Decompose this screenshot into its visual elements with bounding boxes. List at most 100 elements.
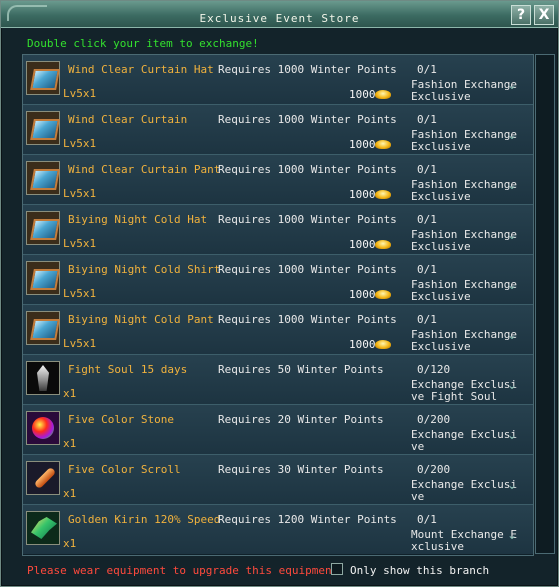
store-item-row[interactable]: Biying Night Cold Hat Lv5x1 Requires 1000 …	[23, 205, 533, 255]
item-requirement: Requires 30 Winter Points	[218, 463, 384, 476]
item-list: Wind Clear Curtain Hat Lv5x1 Requires 1000…	[22, 54, 534, 556]
item-requirement: Requires 20 Winter Points	[218, 413, 384, 426]
item-requirement: Requires 1000 Winter Points	[218, 263, 397, 276]
exchange-category: Exchange Exclusive Fight Soul	[411, 378, 517, 403]
exchange-category: Fashion Exchange Exclusive	[411, 328, 517, 353]
item-quantity: x1	[63, 387, 77, 400]
exchange-count: 0/1	[417, 313, 437, 326]
item-requirement: Requires 1000 Winter Points	[218, 163, 397, 176]
expand-chevron-icon[interactable]: ⌄	[507, 529, 519, 541]
kirin-mount-icon[interactable]	[26, 511, 60, 545]
item-name: Biying Night Cold Hat	[68, 213, 208, 226]
item-quantity: Lv5x1	[63, 137, 97, 150]
store-item-row[interactable]: Biying Night Cold Pant Lv5x1 Requires 1000…	[23, 305, 533, 355]
item-quantity: Lv5x1	[63, 187, 97, 200]
expand-chevron-icon[interactable]: ⌄	[507, 229, 519, 241]
item-cost: 1000	[349, 238, 376, 251]
item-name: Fight Soul 15 days	[68, 363, 188, 376]
expand-chevron-icon[interactable]: ⌄	[507, 429, 519, 441]
item-cost: 1000	[349, 88, 376, 101]
exchange-count: 0/1	[417, 213, 437, 226]
window-title: Exclusive Event Store	[199, 12, 360, 25]
close-button[interactable]: X	[534, 5, 554, 25]
item-name: Wind Clear Curtain Hat	[68, 63, 214, 76]
only-show-branch-label[interactable]: Only show this branch	[350, 564, 489, 577]
exchange-count: 0/1	[417, 63, 437, 76]
item-quantity: x1	[63, 437, 77, 450]
exchange-count: 0/1	[417, 113, 437, 126]
scrollbar[interactable]	[535, 54, 555, 554]
exchange-category: Fashion Exchange Exclusive	[411, 228, 517, 253]
gold-ingot-icon	[375, 190, 391, 199]
store-item-row[interactable]: Wind Clear Curtain Pant Lv5x1 Requires 100…	[23, 155, 533, 205]
soul-crystal-icon[interactable]	[26, 361, 60, 395]
item-quantity: x1	[63, 487, 77, 500]
title-bar[interactable]: Exclusive Event Store ? X	[1, 1, 558, 28]
store-item-row[interactable]: Fight Soul 15 days x1 Requires 50 Winter P…	[23, 355, 533, 405]
gold-ingot-icon	[375, 240, 391, 249]
item-name: Biying Night Cold Shirt	[68, 263, 221, 276]
event-store-window: Exclusive Event Store ? X Double click y…	[0, 0, 559, 587]
gold-ingot-icon	[375, 90, 391, 99]
exchange-count: 0/120	[417, 363, 451, 376]
fashion-item-icon[interactable]	[26, 61, 60, 95]
store-item-row[interactable]: Golden Kirin 120% Speed x1 Requires 1200 W…	[23, 505, 533, 554]
expand-chevron-icon[interactable]: ⌄	[507, 79, 519, 91]
fashion-item-icon[interactable]	[26, 261, 60, 295]
exchange-count: 0/1	[417, 513, 437, 526]
exchange-hint: Double click your item to exchange!	[27, 37, 259, 50]
item-name: Five Color Scroll	[68, 463, 181, 476]
item-cost: 1000	[349, 138, 376, 151]
gold-ingot-icon	[375, 340, 391, 349]
item-requirement: Requires 1000 Winter Points	[218, 213, 397, 226]
exchange-category: Exchange Exclusive	[411, 428, 517, 453]
item-requirement: Requires 50 Winter Points	[218, 363, 384, 376]
item-name: Wind Clear Curtain Pant	[68, 163, 221, 176]
exchange-category: Fashion Exchange Exclusive	[411, 278, 517, 303]
item-quantity: x1	[63, 537, 77, 550]
exchange-category: Exchange Exclusive	[411, 478, 517, 503]
expand-chevron-icon[interactable]: ⌄	[507, 479, 519, 491]
item-name: Golden Kirin 120% Speed	[68, 513, 221, 526]
item-quantity: Lv5x1	[63, 87, 97, 100]
item-cost: 1000	[349, 338, 376, 351]
exchange-count: 0/200	[417, 463, 451, 476]
equipment-note: Please wear equipment to upgrade this eq…	[27, 564, 345, 577]
item-quantity: Lv5x1	[63, 287, 97, 300]
store-item-row[interactable]: Wind Clear Curtain Lv5x1 Requires 1000 Win…	[23, 105, 533, 155]
store-item-row[interactable]: Five Color Stone x1 Requires 20 Winter Poi…	[23, 405, 533, 455]
fashion-item-icon[interactable]	[26, 211, 60, 245]
store-item-row[interactable]: Biying Night Cold Shirt Lv5x1 Requires 100…	[23, 255, 533, 305]
store-item-row[interactable]: Five Color Scroll x1 Requires 30 Winter Po…	[23, 455, 533, 505]
exchange-category: Mount Exchange Exclusive	[411, 528, 517, 553]
expand-chevron-icon[interactable]: ⌄	[507, 379, 519, 391]
item-requirement: Requires 1200 Winter Points	[218, 513, 397, 526]
exchange-category: Fashion Exchange Exclusive	[411, 128, 517, 153]
scroll-icon[interactable]	[26, 461, 60, 495]
expand-chevron-icon[interactable]: ⌄	[507, 129, 519, 141]
exchange-count: 0/200	[417, 413, 451, 426]
item-cost: 1000	[349, 188, 376, 201]
only-show-branch-checkbox[interactable]	[331, 563, 343, 575]
exchange-count: 0/1	[417, 263, 437, 276]
item-quantity: Lv5x1	[63, 337, 97, 350]
item-quantity: Lv5x1	[63, 237, 97, 250]
item-name: Biying Night Cold Pant	[68, 313, 214, 326]
item-requirement: Requires 1000 Winter Points	[218, 313, 397, 326]
exchange-count: 0/1	[417, 163, 437, 176]
fashion-item-icon[interactable]	[26, 311, 60, 345]
expand-chevron-icon[interactable]: ⌄	[507, 329, 519, 341]
store-item-row[interactable]: Wind Clear Curtain Hat Lv5x1 Requires 1000…	[23, 55, 533, 105]
fashion-item-icon[interactable]	[26, 111, 60, 145]
item-cost: 1000	[349, 288, 376, 301]
fashion-item-icon[interactable]	[26, 161, 60, 195]
help-button[interactable]: ?	[511, 5, 531, 25]
exchange-category: Fashion Exchange Exclusive	[411, 78, 517, 103]
item-requirement: Requires 1000 Winter Points	[218, 63, 397, 76]
item-name: Five Color Stone	[68, 413, 174, 426]
exchange-category: Fashion Exchange Exclusive	[411, 178, 517, 203]
item-requirement: Requires 1000 Winter Points	[218, 113, 397, 126]
expand-chevron-icon[interactable]: ⌄	[507, 179, 519, 191]
gem-stone-icon[interactable]	[26, 411, 60, 445]
expand-chevron-icon[interactable]: ⌄	[507, 279, 519, 291]
